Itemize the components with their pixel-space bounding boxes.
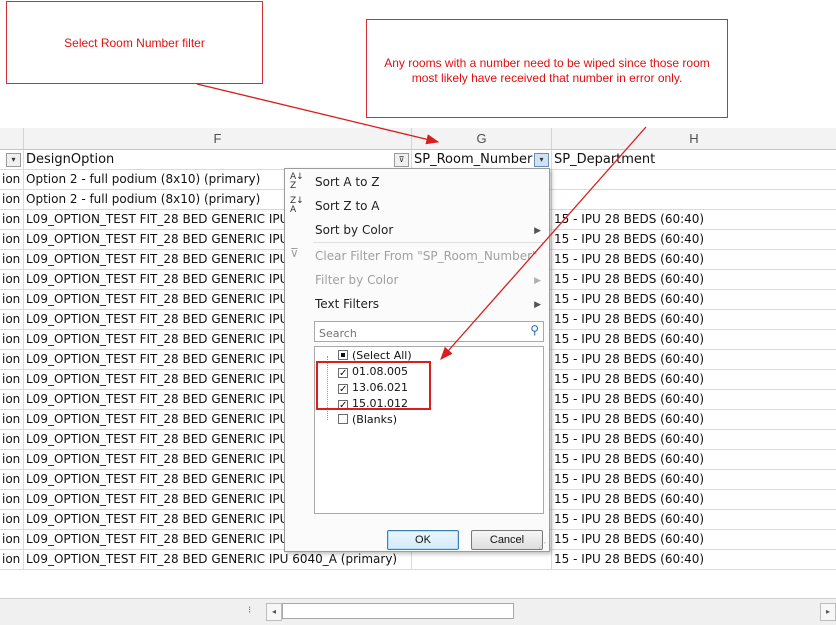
arrow-to-checked-values: [440, 126, 647, 360]
annotation-arrows: [196, 83, 647, 360]
arrow-to-room-number-filter: [196, 83, 440, 145]
